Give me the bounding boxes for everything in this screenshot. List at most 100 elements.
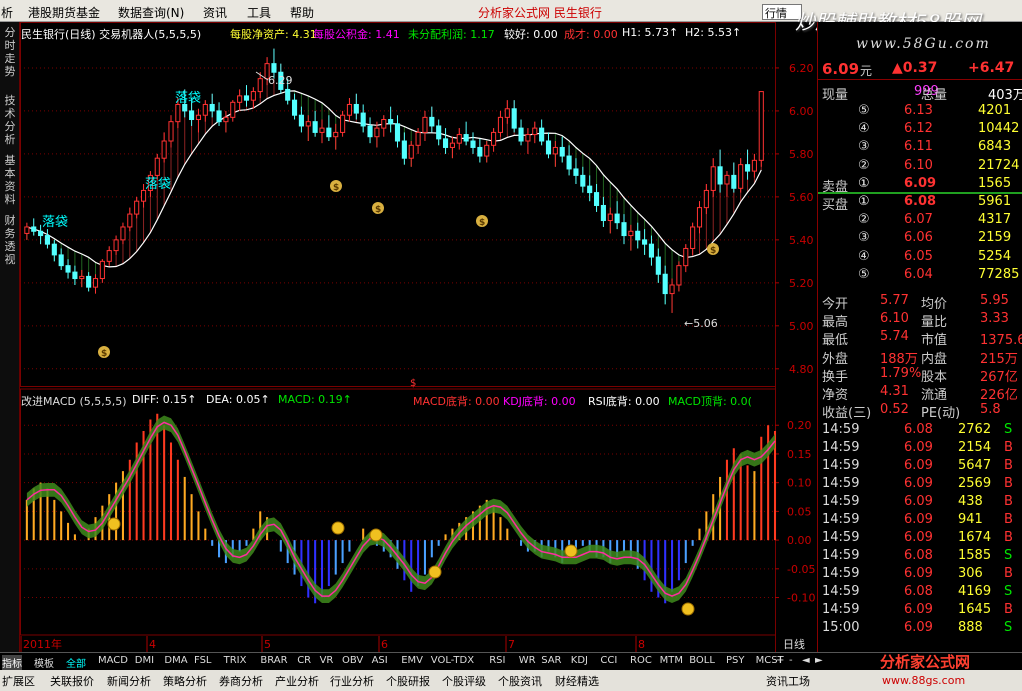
- candle-body: [744, 164, 751, 172]
- candle-body: [388, 119, 394, 125]
- indicator-tab-rsi[interactable]: RSI: [489, 655, 505, 666]
- tab-intraday[interactable]: 分时走势: [2, 26, 18, 78]
- candle-body: [648, 243, 655, 258]
- bottom-tab-6[interactable]: 行业分析: [330, 673, 374, 689]
- indicator-tab-brar[interactable]: BRAR: [260, 655, 287, 666]
- indicator-tab-trix[interactable]: TRIX: [224, 655, 247, 666]
- tick-time: 14:59: [822, 602, 860, 618]
- tick-row: 14:59 6.09 2569 B: [818, 476, 1022, 494]
- label: 市值: [921, 333, 948, 349]
- indicator-tab-macd[interactable]: MACD: [98, 655, 128, 666]
- bottom-tab-info-factory[interactable]: 资讯工场: [766, 673, 810, 689]
- indicator-tab-cci[interactable]: CCI: [600, 655, 617, 666]
- value: 5.8: [980, 402, 1001, 418]
- indicator-tab-mtm[interactable]: MTM: [660, 655, 683, 666]
- candle-body: [106, 250, 112, 262]
- indicator-tab-emv[interactable]: EMV: [401, 655, 423, 666]
- value: 5.74: [880, 329, 909, 345]
- nav-arrow-1[interactable]: -: [789, 655, 793, 666]
- rank: ⑤: [858, 103, 870, 118]
- nav-arrow-3[interactable]: ►: [815, 655, 823, 666]
- candle-body: [92, 278, 99, 288]
- luodai-label: 落袋: [42, 215, 68, 230]
- indicator-tab-boll[interactable]: BOLL: [689, 655, 715, 666]
- bottom-tab-10[interactable]: 财经精选: [555, 673, 599, 689]
- bottom-tab-2[interactable]: 新闻分析: [107, 673, 151, 689]
- indicator-tab-obv[interactable]: OBV: [342, 655, 363, 666]
- money-bag-symbol: $: [375, 205, 381, 215]
- candle-body: [367, 125, 373, 138]
- candle-body: [573, 168, 579, 176]
- price-axis-label: 6.00: [789, 105, 814, 118]
- label: 换手: [822, 369, 849, 385]
- macd-axis-label: 0.00: [787, 534, 812, 547]
- menu-item-data-query[interactable]: 数据查询(N): [118, 4, 184, 21]
- indicator-tab-roc[interactable]: ROC: [630, 655, 652, 666]
- last-price: 6.09: [822, 60, 860, 78]
- tab-fundamentals[interactable]: 基本资料: [2, 154, 18, 206]
- indicator-tab-asi[interactable]: ASI: [372, 655, 388, 666]
- ask-row: ② 6.10 21724: [818, 158, 1022, 176]
- indicator-tab-kdj[interactable]: KDJ: [571, 655, 588, 666]
- bottom-tab-9[interactable]: 个股资讯: [498, 673, 542, 689]
- macd-axis-label: 0.05: [787, 505, 812, 518]
- bottom-tab-5[interactable]: 产业分析: [275, 673, 319, 689]
- smiley-icon: [369, 528, 383, 542]
- price: 6.11: [904, 139, 933, 155]
- indicator-tab-dma[interactable]: DMA: [164, 655, 187, 666]
- menu-item-analysis[interactable]: 析: [1, 4, 13, 21]
- indicator-tab-dmi[interactable]: DMI: [135, 655, 154, 666]
- indicator-tab-全部[interactable]: 全部: [66, 655, 86, 670]
- main-indicator-title: 民生银行(日线) 交易机器人(5,5,5,5): [21, 28, 202, 41]
- bottom-tab-4[interactable]: 券商分析: [219, 673, 263, 689]
- indicator-tab-psy[interactable]: PSY: [726, 655, 745, 666]
- chart-area[interactable]: 6.20 6.00 5.80 5.60 5.40 5.20 5.00 4.80 0.20 0.15…: [20, 22, 817, 652]
- indicator-tab-vol-tdx[interactable]: VOL-TDX: [431, 655, 474, 666]
- candle-body: [257, 78, 263, 93]
- menu-item-help[interactable]: 帮助: [290, 4, 314, 21]
- indicator-tab-sar[interactable]: SAR: [541, 655, 561, 666]
- qty: 1565: [978, 175, 1012, 191]
- price-change: ▲0.37: [892, 60, 938, 76]
- indicator-tab-模板[interactable]: 模板: [34, 655, 54, 670]
- indicator-tab-wr[interactable]: WR: [519, 655, 536, 666]
- stat-row: 最低 5.74 市值 1375.6亿: [818, 329, 1022, 349]
- value: 4.31: [880, 384, 909, 399]
- indicator-tab-vr[interactable]: VR: [320, 655, 334, 666]
- tick-time: 14:59: [822, 566, 860, 582]
- kline-chart-svg[interactable]: 6.20 6.00 5.80 5.60 5.40 5.20 5.00 4.80 0.20 0.15…: [20, 22, 817, 652]
- legend-diff: DIFF: 0.15↑: [132, 393, 197, 406]
- tick-row: 14:59 6.09 438 B: [818, 494, 1022, 512]
- menu-item-tools[interactable]: 工具: [247, 4, 271, 21]
- bottom-tab-0[interactable]: 扩展区: [2, 673, 35, 689]
- menu-item-hk-futures-funds[interactable]: 港股期货基金: [28, 4, 100, 21]
- candle-body: [353, 103, 359, 114]
- candle-body: [168, 121, 174, 142]
- rank: ③: [858, 230, 870, 246]
- bottom-tab-7[interactable]: 个股研报: [386, 673, 430, 689]
- date-axis-label: 8: [638, 638, 645, 651]
- tick-time: 14:59: [822, 458, 860, 474]
- nav-arrow-0[interactable]: +: [776, 655, 784, 666]
- value: 403万: [988, 88, 1022, 103]
- price: 6.08: [904, 194, 937, 209]
- candle-body: [607, 213, 613, 222]
- bottom-tab-8[interactable]: 个股评级: [442, 673, 486, 689]
- tick-time: 14:59: [822, 494, 860, 510]
- candle-body: [216, 110, 222, 123]
- indicator-tab-fsl[interactable]: FSL: [194, 655, 212, 666]
- bottom-tab-1[interactable]: 关联报价: [50, 673, 94, 689]
- nav-arrow-2[interactable]: ◄: [802, 655, 810, 666]
- tick-volume: 888: [958, 620, 983, 636]
- label: 总量: [921, 88, 948, 103]
- indicator-tab-cr[interactable]: CR: [297, 655, 311, 666]
- tab-financials[interactable]: 财务透视: [2, 214, 18, 266]
- indicator-tab-指标[interactable]: 指标: [2, 655, 22, 670]
- tab-technical[interactable]: 技术分析: [2, 94, 18, 146]
- tick-volume: 2154: [958, 440, 992, 456]
- bottom-tab-3[interactable]: 策略分析: [163, 673, 207, 689]
- smiley-icon: [428, 565, 442, 579]
- label: 收益(三): [822, 406, 872, 422]
- menu-item-news[interactable]: 资讯: [203, 4, 227, 21]
- tick-volume: 306: [958, 566, 983, 582]
